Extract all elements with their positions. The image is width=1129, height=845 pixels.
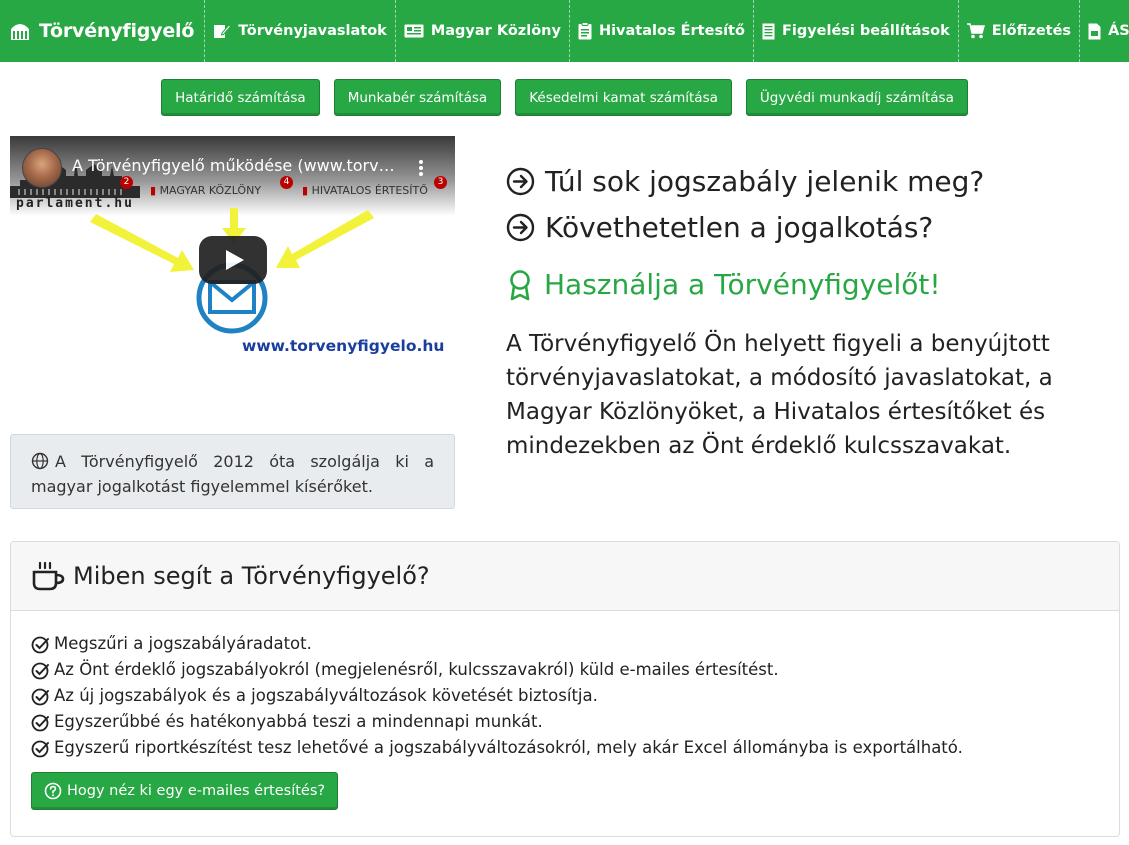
nav-label: Magyar Közlöny — [430, 23, 561, 39]
arrow-circle-right-icon — [506, 167, 535, 195]
nav-item-torvenyjavaslatok[interactable]: Törvényjavaslatok — [204, 0, 395, 62]
hero-cta: Használja a Törvényfigyelőt! — [506, 268, 1106, 301]
late-interest-calc-button[interactable]: Késedelmi kamat számítása — [515, 79, 732, 116]
feature-item: Az Önt érdeklő jogszabályokról (megjelen… — [31, 657, 1099, 683]
check-circle-icon — [31, 636, 49, 653]
parliament-logo-icon — [11, 24, 29, 40]
nav-item-hivatalos-ertesito[interactable]: Hivatalos Értesítő — [568, 0, 753, 62]
video-url-text: www.torvenyfigyelo.hu — [242, 337, 445, 355]
lawyer-fee-calc-button[interactable]: Ügyvédi munkadíj számítása — [745, 79, 968, 116]
calculator-buttons: Határidő számítása Munkabér számítása Ké… — [0, 79, 1129, 116]
card-body: Megszűri a jogszabályáradatot. Az Önt ér… — [11, 611, 1119, 810]
question-circle-icon — [44, 782, 62, 800]
wage-calc-button[interactable]: Munkabér számítása — [333, 79, 502, 116]
nav-label: Figyelési beállítások — [781, 23, 950, 39]
play-button[interactable] — [199, 236, 267, 284]
brand-name: Törvényfigyelő — [39, 20, 195, 42]
nav-item-magyar-kozlony[interactable]: Magyar Közlöny — [394, 0, 569, 62]
hero-question-1: Túl sok jogszabály jelenik meg? — [506, 158, 1106, 204]
pdf-icon — [1088, 23, 1101, 39]
check-circle-icon — [31, 688, 49, 705]
arrow-circle-right-icon — [506, 213, 535, 241]
since-2012-info-box: A Törvényfigyelő 2012 óta szolgálja ki a… — [10, 434, 455, 509]
feature-item: Egyszerű riportkészítést tesz lehetővé a… — [31, 735, 1099, 761]
check-circle-icon — [31, 740, 49, 757]
edit-document-icon — [214, 24, 232, 38]
card-header: Miben segít a Törvényfigyelő? — [11, 542, 1119, 611]
brand-link[interactable]: Törvényfigyelő — [0, 0, 204, 62]
nav-label: Törvényjavaslatok — [238, 23, 387, 39]
hero-question-2: Követhetetlen a jogalkotás? — [506, 204, 1106, 250]
card-title: Miben segít a Törvényfigyelő? — [73, 562, 430, 590]
feature-item: Megszűri a jogszabályáradatot. — [31, 631, 1099, 657]
deadline-calc-button[interactable]: Határidő számítása — [161, 79, 320, 116]
nav-item-elofizetes[interactable]: Előfizetés — [957, 0, 1079, 62]
top-navbar: Törvényfigyelő Törvényjavaslatok Magyar … — [0, 0, 1129, 62]
newspaper-icon — [404, 24, 424, 38]
video-embed[interactable]: A Törvényfigyelő működése (www.torvenyfi… — [10, 136, 455, 392]
nav-item-figyelesi-beallitasok[interactable]: Figyelési beállítások — [752, 0, 958, 62]
globe-icon — [31, 452, 49, 470]
clipboard-icon — [578, 22, 592, 40]
list-icon — [762, 23, 775, 39]
coffee-cup-icon — [32, 561, 65, 591]
hero-description: A Törvényfigyelő Ön helyett figyeli a be… — [506, 331, 1053, 459]
email-preview-button[interactable]: Hogy néz ki egy e-mailes értesítés? — [31, 772, 339, 810]
check-circle-icon — [31, 662, 49, 679]
features-card: Miben segít a Törvényfigyelő? Megszűri a… — [10, 541, 1120, 837]
nav-label: Hivatalos Értesítő — [598, 23, 745, 39]
nav-label: Előfizetés — [991, 23, 1072, 39]
nav-item-aszf[interactable]: ÁSZF — [1079, 0, 1129, 62]
info-text: A Törvényfigyelő 2012 óta szolgálja ki a… — [31, 452, 434, 496]
check-circle-icon — [31, 714, 49, 731]
nav-label: ÁSZF — [1108, 23, 1129, 39]
feature-item: Egyszerűbbé és hatékonyabbá teszi a mind… — [31, 709, 1099, 735]
hero-section: Túl sok jogszabály jelenik meg? Követhet… — [506, 158, 1106, 463]
award-icon — [510, 269, 530, 300]
email-preview-label: Hogy néz ki egy e-mailes értesítés? — [67, 783, 326, 799]
cart-icon — [966, 23, 985, 39]
feature-item: Az új jogszabályok és a jogszabályváltoz… — [31, 683, 1099, 709]
